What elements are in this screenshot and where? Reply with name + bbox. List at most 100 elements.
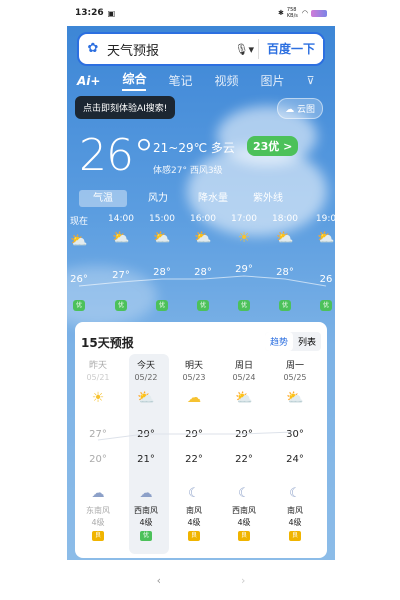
cloud-map-button[interactable]: ☁ 云图 xyxy=(277,98,323,119)
browser-nav: ‹ › xyxy=(67,560,335,600)
hour-time: 15:00 xyxy=(149,214,175,224)
hour-aqi-badge: 优 xyxy=(73,300,85,311)
hour-aqi-badge: 优 xyxy=(320,300,332,311)
wind-level: 4级 xyxy=(288,518,302,527)
sunny-icon: ☀ xyxy=(91,390,105,406)
toggle-list[interactable]: 列表 xyxy=(293,332,321,351)
hour-time: 19:0 xyxy=(315,214,335,224)
wind-direction: 西南风 xyxy=(232,506,256,515)
hour-column: 18:00 ⛅ 28° 优 xyxy=(265,214,305,311)
moon-icon: ☾ xyxy=(188,486,200,501)
microphone-icon[interactable]: 🎙▾ xyxy=(234,43,254,56)
hour-time: 14:00 xyxy=(108,214,134,224)
day-date: 05/23 xyxy=(182,373,206,382)
day-date: 05/22 xyxy=(134,373,158,382)
day-aqi-badge: 优 xyxy=(140,531,152,541)
wind-direction: 南风 xyxy=(186,506,202,515)
hour-time: 16:00 xyxy=(190,214,216,224)
notification-icon: ▣ xyxy=(107,8,116,18)
hour-time: 17:00 xyxy=(231,214,257,224)
hour-aqi-badge: 优 xyxy=(238,300,250,311)
hour-column: 14:00 ⛅ 27° 优 xyxy=(101,214,141,311)
tab-comprehensive[interactable]: 综合 xyxy=(122,70,147,91)
daily-temp-curve xyxy=(97,431,294,441)
ai-search-tab[interactable]: Ai+ xyxy=(77,74,100,88)
day-date: 05/24 xyxy=(232,373,256,382)
wind-level: 4级 xyxy=(237,518,251,527)
hour-column: 15:00 ⛅ 28° 优 xyxy=(142,214,182,311)
wind-direction: 东南风 xyxy=(86,506,110,515)
hour-column: 现在 ⛅ 26° 优 xyxy=(67,214,99,311)
status-time: 13:26 xyxy=(75,8,104,18)
tab-images[interactable]: 图片 xyxy=(261,72,285,89)
partly-cloudy-icon: ⛅ xyxy=(70,233,88,249)
sunny-icon: ☀ xyxy=(237,230,251,246)
hour-aqi-badge: 优 xyxy=(197,300,209,311)
search-tabs: Ai+ 综合 笔记 视频 图片 ⊽ xyxy=(77,70,315,91)
chip-precipitation[interactable]: 降水量 xyxy=(189,190,237,207)
day-date: 05/25 xyxy=(283,373,307,382)
feels-like: 体感27° 西风3级 xyxy=(153,166,223,176)
baidu-paw-icon: ✿ xyxy=(87,41,99,56)
hour-column: 17:00 ☀ 29° 优 xyxy=(224,214,264,311)
day-label: 昨天 xyxy=(88,361,107,371)
wind-level: 4级 xyxy=(139,518,153,527)
status-bar: 13:26 ▣ ✱ 758 KB/s ◠ xyxy=(67,0,335,26)
search-input[interactable]: 天气预报 xyxy=(107,40,159,59)
day-date: 05/21 xyxy=(86,373,110,382)
search-button[interactable]: 百度一下 xyxy=(257,39,323,59)
battery-icon xyxy=(311,9,327,17)
toggle-trend[interactable]: 趋势 xyxy=(264,332,293,351)
wind-level: 4级 xyxy=(187,518,201,527)
cloudy-night-icon: ☁ xyxy=(91,486,105,501)
bluetooth-icon: ✱ xyxy=(278,9,284,17)
day-label: 周一 xyxy=(285,361,304,371)
cloud-map-icon: ☁ xyxy=(285,105,295,115)
wind-direction: 南风 xyxy=(287,506,303,515)
forecast-card: 15天预报 趋势 列表 昨天 05/21 ☀ 27° 20° ☁ 东南风 4级良今天 05/22… xyxy=(75,322,327,558)
forward-button[interactable]: › xyxy=(241,574,245,587)
partly-cloudy-icon: ⛅ xyxy=(112,230,130,246)
hour-column: 19:0 ⛅ 26 优 xyxy=(306,214,335,311)
day-aqi-badge: 良 xyxy=(92,531,104,541)
day-aqi-badge: 良 xyxy=(289,531,301,541)
chip-wind[interactable]: 风力 xyxy=(134,190,182,207)
hour-aqi-badge: 优 xyxy=(115,300,127,311)
wind-level: 4级 xyxy=(91,518,105,527)
status-right: ✱ 758 KB/s ◠ xyxy=(278,7,327,19)
ai-tooltip[interactable]: 点击即刻体验AI搜索! xyxy=(75,96,176,119)
network-speed: 758 KB/s xyxy=(286,7,298,19)
partly-cloudy-icon: ⛅ xyxy=(317,230,335,246)
hour-column: 16:00 ⛅ 28° 优 xyxy=(183,214,223,311)
day-label: 今天 xyxy=(136,361,155,371)
tab-notes[interactable]: 笔记 xyxy=(168,72,192,89)
temp-range: 21~29℃ 多云 xyxy=(153,141,235,155)
chip-uv[interactable]: 紫外线 xyxy=(244,190,292,207)
view-toggle: 趋势 列表 xyxy=(264,332,321,351)
hour-time: 18:00 xyxy=(272,214,298,224)
back-button[interactable]: ‹ xyxy=(157,574,161,587)
tab-video[interactable]: 视频 xyxy=(215,72,239,89)
partly-cloudy-icon: ⛅ xyxy=(194,230,212,246)
hourly-temp-curve xyxy=(78,275,327,287)
hour-time: 现在 xyxy=(69,217,88,227)
cloudy-icon: ☁ xyxy=(187,390,201,406)
filter-icon[interactable]: ⊽ xyxy=(307,74,315,87)
partly-cloudy-icon: ⛅ xyxy=(153,230,171,246)
partly-cloudy-icon: ⛅ xyxy=(276,230,294,246)
hour-aqi-badge: 优 xyxy=(279,300,291,311)
partly-cloudy-icon: ⛅ xyxy=(235,390,253,406)
search-bar[interactable]: ✿ 天气预报 🎙▾ 百度一下 xyxy=(77,32,325,66)
cloudy-night-icon: ☁ xyxy=(139,486,153,501)
day-label: 周日 xyxy=(234,361,253,371)
phone-screen: 13:26 ▣ ✱ 758 KB/s ◠ ✿ 天气预报 🎙▾ 百度一下 Ai+ … xyxy=(67,0,335,600)
aqi-badge[interactable]: 23优 > xyxy=(247,136,299,156)
day-aqi-badge: 良 xyxy=(238,531,250,541)
moon-icon: ☾ xyxy=(238,486,250,501)
hour-aqi-badge: 优 xyxy=(156,300,168,311)
metric-chips: 气温 风力 降水量 紫外线 xyxy=(79,190,299,207)
partly-cloudy-icon: ⛅ xyxy=(137,390,155,406)
wifi-icon: ◠ xyxy=(301,9,308,17)
chip-temperature[interactable]: 气温 xyxy=(79,190,127,207)
forecast-title: 15天预报 xyxy=(81,336,134,350)
